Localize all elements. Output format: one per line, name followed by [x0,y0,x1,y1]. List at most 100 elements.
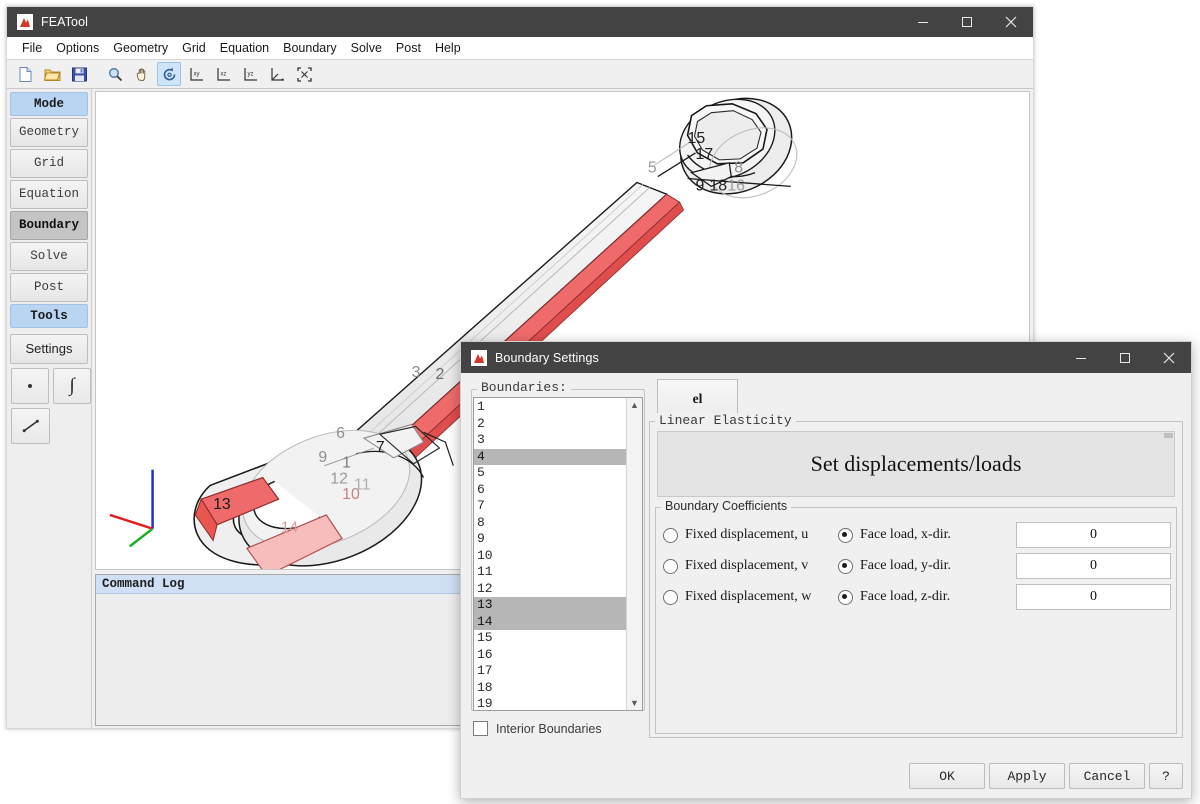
main-window-title: FEATool [41,15,89,29]
chevron-down-icon[interactable]: ▼ [630,698,639,708]
svg-text:9: 9 [318,449,327,466]
menu-post[interactable]: Post [389,39,428,57]
minimize-button[interactable] [901,7,945,37]
menu-boundary[interactable]: Boundary [276,39,344,57]
zoom-extents-icon[interactable] [292,62,316,86]
menu-solve[interactable]: Solve [344,39,389,57]
view-yz-icon[interactable]: yz [238,62,262,86]
sidebar-item-post[interactable]: Post [10,273,88,302]
list-item[interactable]: 10 [474,548,626,565]
sidebar-item-boundary[interactable]: Boundary [10,211,88,240]
list-item[interactable]: 2 [474,416,626,433]
face-load-x-option[interactable]: Face load, x-dir. [838,527,1016,543]
pan-hand-icon[interactable] [130,62,154,86]
chevron-up-icon[interactable]: ▲ [630,400,639,410]
radio-face-load-x[interactable] [838,527,853,543]
fixed-displacement-v-option[interactable]: Fixed displacement, v [663,558,838,574]
rotate-icon[interactable] [157,62,181,86]
boundaries-listbox[interactable]: 1 2 3 4 5 6 7 8 9 10 11 12 13 14 15 16 1 [473,397,643,711]
sidebar-item-solve[interactable]: Solve [10,242,88,271]
view-xz-icon[interactable]: xz [211,62,235,86]
radio-face-load-y[interactable] [838,558,853,574]
save-disk-icon[interactable] [67,62,91,86]
svg-text:xy: xy [193,71,199,77]
equation-display: Set displacements/loads [657,431,1175,497]
view-xy-icon[interactable]: xy [184,62,208,86]
boundaries-scrollbar[interactable]: ▲ ▼ [626,398,642,710]
boundaries-list[interactable]: 1 2 3 4 5 6 7 8 9 10 11 12 13 14 15 16 1 [474,398,626,710]
dialog-maximize-button[interactable] [1103,343,1147,373]
list-item[interactable]: 13 [474,597,626,614]
ok-button[interactable]: OK [909,763,985,789]
menu-grid[interactable]: Grid [175,39,213,57]
face-load-z-input[interactable]: 0 [1016,584,1171,610]
face-load-y-input[interactable]: 0 [1016,553,1171,579]
face-load-y-label: Face load, y-dir. [860,558,951,573]
view-iso-icon[interactable] [265,62,289,86]
equation-scroll-thumb[interactable] [1164,433,1173,438]
sidebar-item-grid[interactable]: Grid [10,149,88,178]
point-icon[interactable] [11,368,49,404]
dialog-title: Boundary Settings [495,350,599,365]
list-item[interactable]: 8 [474,515,626,532]
dialog-body: Boundaries: 1 2 3 4 5 6 7 8 9 10 11 12 1… [461,373,1191,798]
svg-text:3: 3 [412,364,421,381]
radio-fixed-displacement-v[interactable] [663,558,678,574]
fixed-displacement-u-option[interactable]: Fixed displacement, u [663,527,838,543]
svg-text:5: 5 [648,160,657,177]
fixed-displacement-w-label: Fixed displacement, w [685,589,812,604]
dialog-close-button[interactable] [1147,343,1191,373]
open-folder-icon[interactable] [40,62,64,86]
menu-equation[interactable]: Equation [213,39,276,57]
list-item[interactable]: 7 [474,498,626,515]
svg-text:16: 16 [727,177,745,194]
list-item[interactable]: 6 [474,482,626,499]
menu-geometry[interactable]: Geometry [106,39,175,57]
equation-text: Set displacements/loads [810,451,1022,476]
sidebar-item-geometry[interactable]: Geometry [10,118,88,147]
svg-text:15: 15 [688,130,706,147]
list-item[interactable]: 16 [474,647,626,664]
list-item[interactable]: 4 [474,448,626,465]
dialog-minimize-button[interactable] [1059,343,1103,373]
list-item[interactable]: 12 [474,581,626,598]
zoom-magnifier-icon[interactable] [103,62,127,86]
interior-boundaries-checkbox[interactable] [473,721,488,736]
menu-file[interactable]: File [15,39,49,57]
line-icon[interactable] [11,408,50,444]
close-button[interactable] [989,7,1033,37]
new-file-icon[interactable] [13,62,37,86]
menu-help[interactable]: Help [428,39,468,57]
interior-boundaries-row[interactable]: Interior Boundaries [473,721,602,736]
list-item[interactable]: 3 [474,432,626,449]
svg-text:6: 6 [336,425,345,442]
dialog-titlebar: Boundary Settings [461,342,1191,373]
help-button[interactable]: ? [1149,763,1183,789]
list-item[interactable]: 19 [474,696,626,710]
settings-button[interactable]: Settings [10,334,88,364]
radio-face-load-z[interactable] [838,589,853,605]
integral-icon[interactable]: ∫ [53,368,91,404]
list-item[interactable]: 15 [474,630,626,647]
maximize-button[interactable] [945,7,989,37]
face-load-y-option[interactable]: Face load, y-dir. [838,558,1016,574]
list-item[interactable]: 11 [474,564,626,581]
list-item[interactable]: 5 [474,465,626,482]
face-load-x-input[interactable]: 0 [1016,522,1171,548]
list-item[interactable]: 17 [474,663,626,680]
list-item[interactable]: 14 [474,613,626,630]
cancel-button[interactable]: Cancel [1069,763,1145,789]
sidebar-item-equation[interactable]: Equation [10,180,88,209]
menu-options[interactable]: Options [49,39,106,57]
svg-text:xz: xz [220,71,226,77]
radio-fixed-displacement-w[interactable] [663,589,678,605]
face-load-z-option[interactable]: Face load, z-dir. [838,589,1016,605]
list-item[interactable]: 9 [474,531,626,548]
list-item[interactable]: 1 [474,399,626,416]
apply-button[interactable]: Apply [989,763,1065,789]
tool-icon-row-2 [11,408,91,444]
radio-fixed-displacement-u[interactable] [663,527,678,543]
fixed-displacement-w-option[interactable]: Fixed displacement, w [663,589,838,605]
list-item[interactable]: 18 [474,680,626,697]
featool-logo-icon [471,349,487,366]
